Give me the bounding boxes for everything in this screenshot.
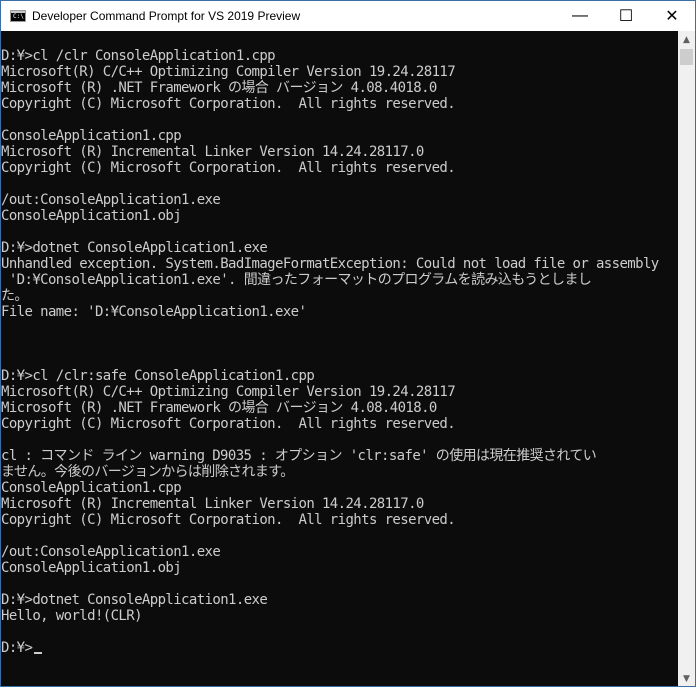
- console-line: Microsoft(R) C/C++ Optimizing Compiler V…: [1, 64, 456, 80]
- console-line: た。: [1, 288, 28, 304]
- console-line: 'D:¥ConsoleApplication1.exe'. 間違ったフォーマット…: [1, 272, 592, 288]
- app-icon-text: C:\: [13, 13, 24, 20]
- console-line: ConsoleApplication1.cpp: [1, 480, 182, 496]
- console-line: Copyright (C) Microsoft Corporation. All…: [1, 160, 456, 176]
- console-line: ConsoleApplication1.obj: [1, 560, 182, 576]
- console-line: File name: 'D:¥ConsoleApplication1.exe': [1, 304, 307, 320]
- console-line: Microsoft(R) C/C++ Optimizing Compiler V…: [1, 384, 456, 400]
- console-line: Microsoft (R) .NET Framework の場合 バージョン 4…: [1, 80, 437, 96]
- console-line: Copyright (C) Microsoft Corporation. All…: [1, 416, 456, 432]
- console-line: /out:ConsoleApplication1.exe: [1, 192, 221, 208]
- console-line: cl : コマンド ライン warning D9035 : オプション 'clr…: [1, 448, 597, 464]
- console-line: Copyright (C) Microsoft Corporation. All…: [1, 96, 456, 112]
- console-line: ConsoleApplication1.cpp: [1, 128, 182, 144]
- command-prompt-icon[interactable]: C:\: [10, 10, 26, 22]
- console-line: Microsoft (R) Incremental Linker Version…: [1, 496, 424, 512]
- console-line: Unhandled exception. System.BadImageForm…: [1, 256, 659, 272]
- console-line: ConsoleApplication1.obj: [1, 208, 182, 224]
- close-button[interactable]: ✕: [649, 1, 695, 31]
- title-bar[interactable]: C:\ Developer Command Prompt for VS 2019…: [1, 1, 695, 31]
- close-icon: ✕: [665, 8, 679, 25]
- console-line: /out:ConsoleApplication1.exe: [1, 544, 221, 560]
- minimize-icon: —: [572, 7, 588, 24]
- scroll-up-button[interactable]: ▲: [678, 31, 695, 48]
- text-cursor: [34, 652, 42, 654]
- console-line: D:¥>dotnet ConsoleApplication1.exe: [1, 592, 268, 608]
- maximize-button[interactable]: ☐: [603, 1, 649, 31]
- chevron-up-icon: ▲: [683, 34, 690, 45]
- minimize-button[interactable]: —: [557, 1, 603, 31]
- console-line: Microsoft (R) .NET Framework の場合 バージョン 4…: [1, 400, 437, 416]
- chevron-down-icon: ▼: [683, 673, 690, 684]
- console-line: D:¥>cl /clr:safe ConsoleApplication1.cpp: [1, 368, 315, 384]
- console-line: Hello, world!(CLR): [1, 608, 143, 624]
- maximize-icon: ☐: [618, 8, 634, 25]
- console-output[interactable]: D:¥>cl /clr ConsoleApplication1.cpp Micro…: [1, 31, 680, 686]
- console-line: D:¥>dotnet ConsoleApplication1.exe: [1, 240, 268, 256]
- console-line: ません。今後のバージョンからは削除されます。: [1, 464, 294, 480]
- scroll-down-button[interactable]: ▼: [678, 670, 695, 686]
- console-line: D:¥>cl /clr ConsoleApplication1.cpp: [1, 48, 276, 64]
- console-line: Microsoft (R) Incremental Linker Version…: [1, 144, 424, 160]
- console-line: D:¥>: [1, 640, 33, 656]
- window-title: Developer Command Prompt for VS 2019 Pre…: [32, 9, 301, 23]
- console-window: C:\ Developer Command Prompt for VS 2019…: [0, 0, 696, 687]
- vertical-scrollbar[interactable]: ▲ ▼: [678, 31, 695, 686]
- console-line: Copyright (C) Microsoft Corporation. All…: [1, 512, 456, 528]
- scrollbar-thumb[interactable]: [680, 49, 693, 65]
